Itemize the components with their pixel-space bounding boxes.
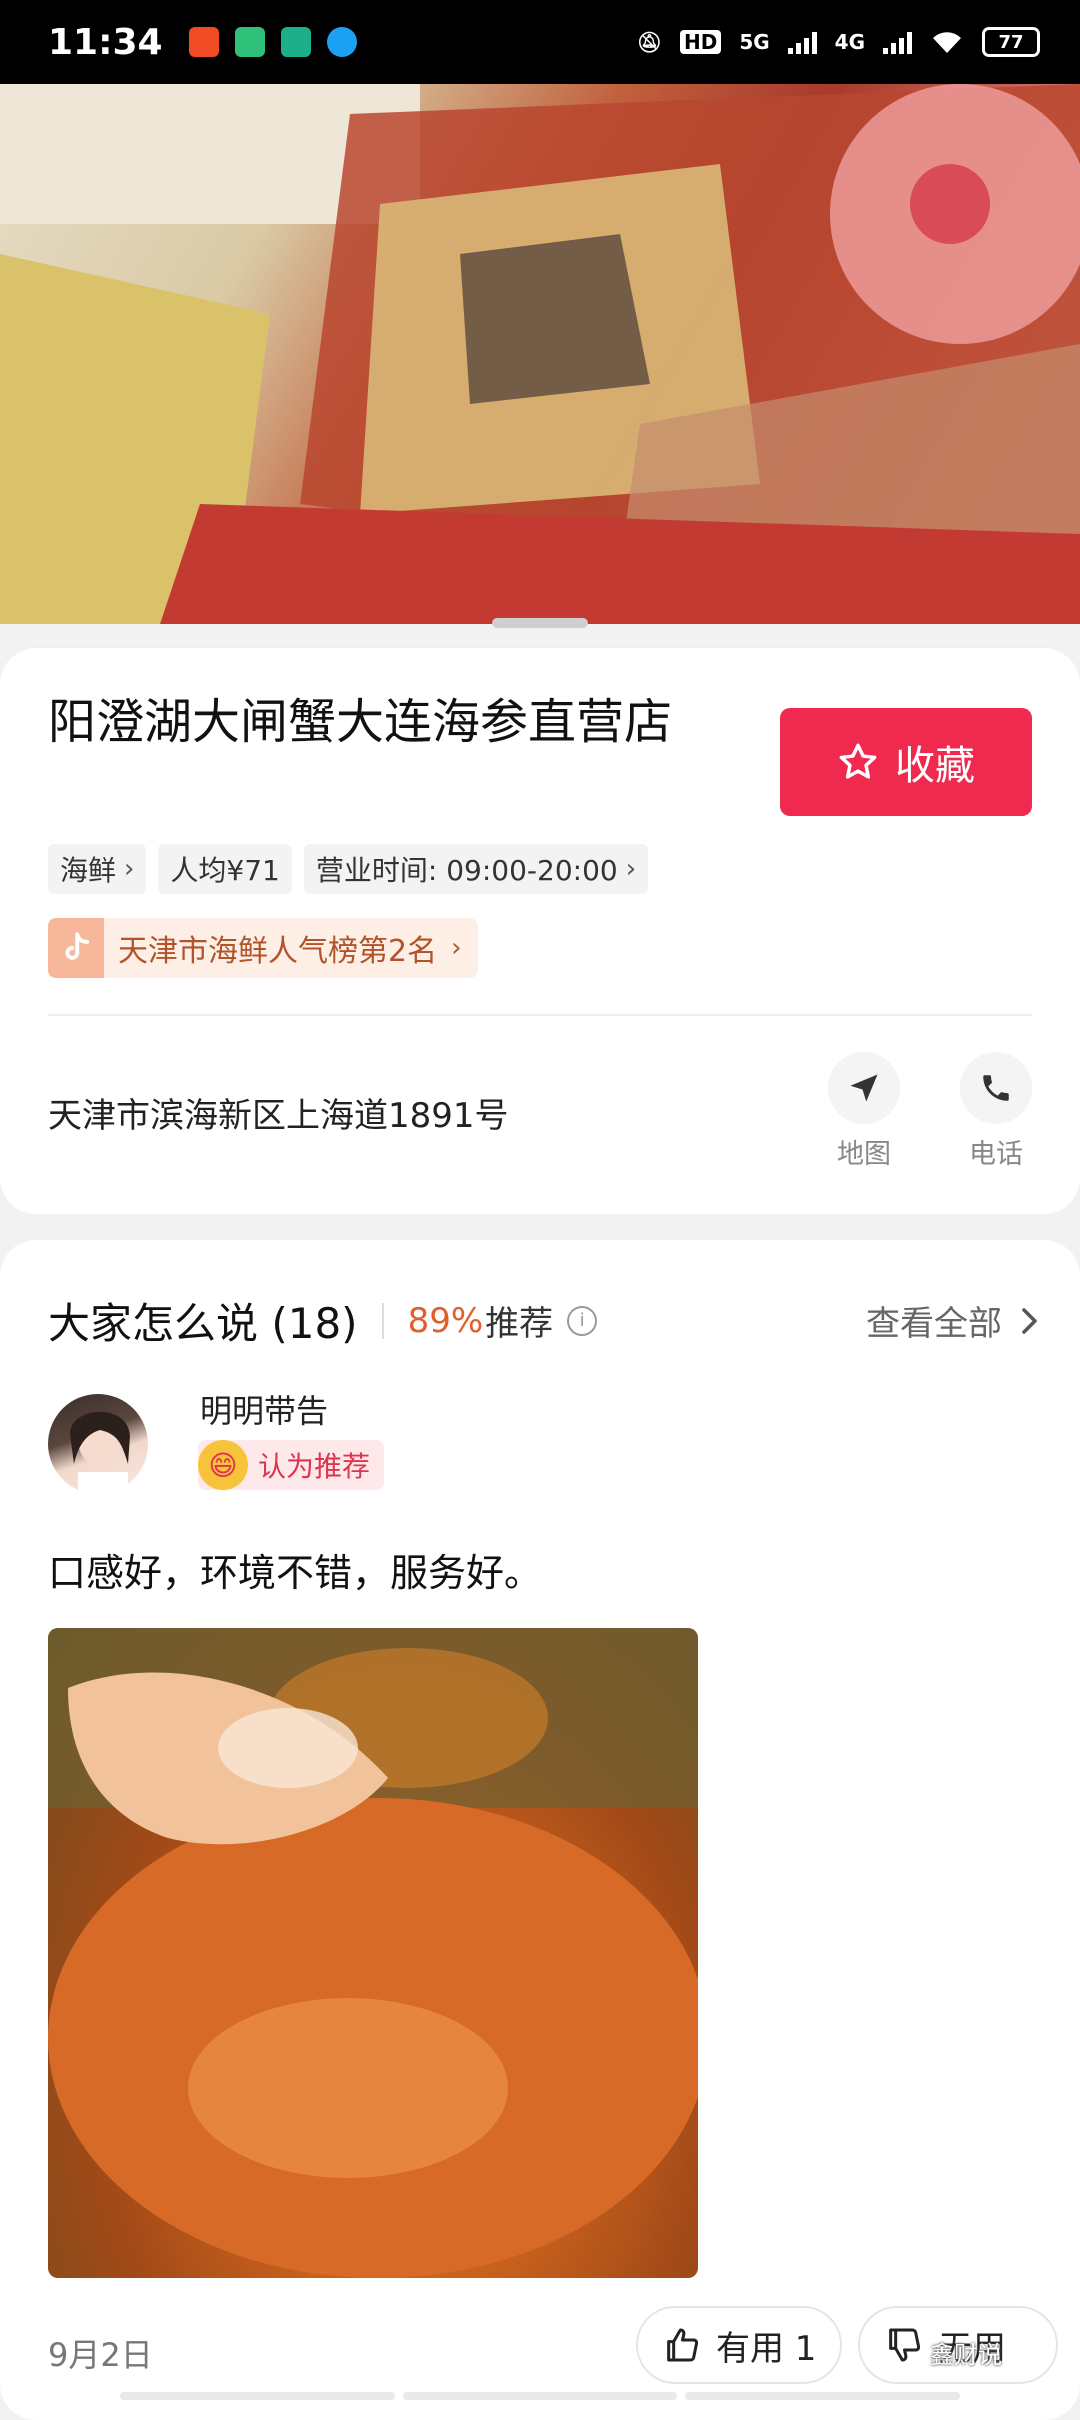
hd-label: HD bbox=[679, 30, 722, 54]
verdict-badge: 😄 认为推荐 bbox=[198, 1440, 385, 1490]
reviews-header: 大家怎么说 (18) 89% 推荐 i bbox=[48, 1290, 598, 1351]
status-bar: 11:34 🔕︎ HD 5G 4G 77 bbox=[0, 0, 1080, 84]
phone-icon bbox=[983, 1075, 1009, 1101]
info-icon[interactable]: i bbox=[567, 1305, 598, 1336]
helpful-button[interactable]: 有用 1 bbox=[636, 2306, 843, 2384]
recommend-label: 推荐 bbox=[485, 1304, 554, 1344]
app-icon-play bbox=[234, 27, 265, 57]
status-time: 11:34 bbox=[48, 21, 163, 63]
watermark: 鑫财说 bbox=[930, 2341, 1002, 2369]
phone-button[interactable]: 电话 bbox=[956, 1052, 1036, 1171]
signal-icon bbox=[787, 30, 817, 54]
signal-icon-2 bbox=[883, 30, 912, 54]
review-user-name[interactable]: 明明带告 bbox=[200, 1386, 328, 1432]
smile-emoji-icon: 😄 bbox=[198, 1440, 248, 1490]
map-label: 地图 bbox=[837, 1139, 891, 1170]
4g-label: 4G bbox=[834, 30, 865, 54]
review-date: 9月2日 bbox=[48, 2336, 153, 2374]
qq-icon bbox=[326, 27, 357, 57]
favorite-button[interactable]: 收藏 bbox=[780, 708, 1032, 816]
tag-hours[interactable]: 营业时间: 09:00-20:00 › bbox=[303, 844, 649, 894]
review-photo[interactable] bbox=[48, 1628, 698, 2278]
5g-label: 5G bbox=[739, 30, 770, 54]
review-text: 口感好，环境不错，服务好。 bbox=[48, 1551, 543, 1595]
star-icon bbox=[839, 743, 877, 779]
shop-name: 阳澄湖大闸蟹大连海参直营店 bbox=[48, 694, 673, 750]
separator bbox=[381, 1302, 384, 1339]
tag-category[interactable]: 海鲜 › bbox=[48, 844, 147, 894]
app-icon-home bbox=[280, 27, 311, 57]
douyin-icon bbox=[48, 918, 104, 978]
bottom-fade-bar bbox=[120, 2392, 961, 2400]
shop-address[interactable]: 天津市滨海新区上海道1891号 bbox=[48, 1088, 509, 1137]
favorite-label: 收藏 bbox=[895, 743, 975, 789]
view-all-link[interactable]: 查看全部 bbox=[866, 1296, 1040, 1345]
reviews-title: 大家怎么说 (18) bbox=[48, 1299, 358, 1348]
map-button[interactable]: 地图 bbox=[824, 1052, 904, 1171]
app-icon-orange bbox=[188, 27, 219, 57]
recommend-percent: 89% bbox=[407, 1300, 484, 1341]
navigation-icon bbox=[850, 1074, 878, 1102]
helpful-label: 有用 1 bbox=[716, 2328, 817, 2369]
chevron-right-icon bbox=[1022, 1307, 1037, 1334]
chevron-right-icon: › bbox=[451, 933, 462, 963]
avatar[interactable] bbox=[48, 1394, 148, 1494]
rank-label: 天津市海鲜人气榜第2名 bbox=[118, 934, 438, 969]
chevron-right-icon: › bbox=[625, 854, 637, 884]
divider bbox=[48, 1014, 1032, 1016]
rank-badge[interactable]: 天津市海鲜人气榜第2名 › bbox=[48, 918, 478, 978]
battery-indicator: 77 bbox=[982, 27, 1040, 57]
shop-hero-image[interactable] bbox=[0, 84, 1080, 624]
drag-handle[interactable] bbox=[492, 618, 588, 628]
thumbs-down-icon bbox=[889, 2328, 921, 2362]
shop-tags: 海鲜 › 人均¥71 营业时间: 09:00-20:00 › bbox=[48, 844, 649, 894]
thumbs-up-icon bbox=[667, 2328, 699, 2362]
wifi-icon bbox=[933, 32, 961, 53]
verdict-label: 认为推荐 bbox=[258, 1450, 371, 1483]
mute-icon: 🔕︎ bbox=[636, 30, 662, 54]
tag-price: 人均¥71 bbox=[158, 844, 292, 894]
chevron-right-icon: › bbox=[124, 854, 135, 884]
phone-label: 电话 bbox=[969, 1139, 1023, 1170]
